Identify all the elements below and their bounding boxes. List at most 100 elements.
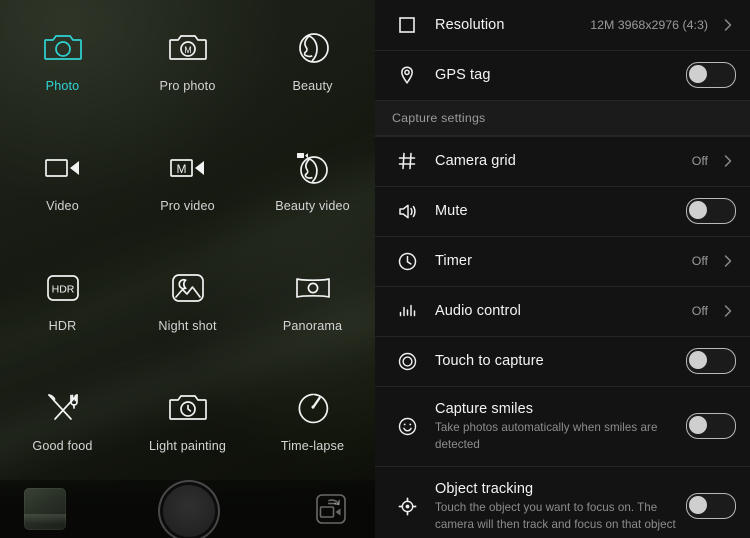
- smiley-icon: [392, 411, 422, 441]
- setting-text: Capture smiles Take photos automatically…: [435, 392, 676, 461]
- camera-app: Photo M Pro photo Beauty Video M Pro vid…: [0, 0, 750, 538]
- camera-mode-grid: Photo M Pro photo Beauty Video M Pro vid…: [0, 0, 375, 538]
- camera-icon: [42, 27, 84, 69]
- setting-title: Capture smiles: [435, 400, 534, 417]
- gallery-thumbnail[interactable]: [24, 488, 66, 530]
- setting-row-camera-grid[interactable]: Camera grid Off: [375, 136, 750, 186]
- toggle-knob: [689, 496, 707, 514]
- section-header-capture-settings: Capture settings: [375, 100, 750, 136]
- chevron-right-icon: [714, 303, 736, 319]
- mode-panorama[interactable]: Panorama: [250, 240, 375, 360]
- mode-light-painting[interactable]: Light painting: [125, 360, 250, 480]
- setting-description: Touch the object you want to focus on. T…: [435, 500, 676, 531]
- mode-label: Panorama: [282, 319, 343, 334]
- toggle-object-tracking[interactable]: [686, 493, 736, 519]
- toggle-knob: [689, 65, 707, 83]
- chevron-right-icon: [714, 153, 736, 169]
- crosshair-icon: [392, 491, 422, 521]
- svg-text:HDR: HDR: [51, 284, 74, 296]
- night-shot-icon: [167, 267, 209, 309]
- toggle-touch-to-capture[interactable]: [686, 348, 736, 374]
- svg-text:M: M: [176, 162, 186, 176]
- setting-text: Resolution: [435, 8, 580, 42]
- setting-title: Object tracking: [435, 480, 534, 497]
- camcorder-manual-icon: M: [167, 147, 209, 189]
- touch-target-icon: [392, 346, 422, 376]
- timelapse-icon: [292, 387, 334, 429]
- setting-text: Audio control: [435, 294, 682, 328]
- setting-text: GPS tag: [435, 58, 676, 92]
- mode-time-lapse[interactable]: Time-lapse: [250, 360, 375, 480]
- mode-night-shot[interactable]: Night shot: [125, 240, 250, 360]
- camera-control-bar: [0, 480, 375, 538]
- toggle-gps-tag[interactable]: [686, 62, 736, 88]
- location-pin-icon: [392, 60, 422, 90]
- mode-label: Pro photo: [159, 79, 216, 94]
- section-header-label: Capture settings: [392, 111, 486, 125]
- settings-panel[interactable]: Resolution 12M 3968x2976 (4:3) GPS tag C…: [375, 0, 750, 538]
- grid-icon: [392, 146, 422, 176]
- toggle-knob: [689, 416, 707, 434]
- setting-row-capture-smiles[interactable]: Capture smiles Take photos automatically…: [375, 386, 750, 466]
- setting-row-resolution[interactable]: Resolution 12M 3968x2976 (4:3): [375, 0, 750, 50]
- setting-title: Audio control: [435, 303, 521, 319]
- shutter-button[interactable]: [157, 480, 220, 538]
- setting-title: Camera grid: [435, 153, 516, 169]
- mode-label: Beauty: [292, 79, 333, 94]
- mode-label: Video: [46, 199, 79, 214]
- setting-description: Take photos automatically when smiles ar…: [435, 420, 658, 451]
- speaker-icon: [392, 196, 422, 226]
- camera-manual-icon: M: [167, 27, 209, 69]
- toggle-knob: [689, 351, 707, 369]
- mode-label: HDR: [48, 319, 77, 334]
- setting-value: Off: [691, 154, 708, 168]
- mode-pro-photo[interactable]: M Pro photo: [125, 0, 250, 120]
- mode-label: Pro video: [160, 199, 215, 214]
- toggle-knob: [689, 201, 707, 219]
- mode-good-food[interactable]: Good food: [0, 360, 125, 480]
- setting-text: Touch to capture: [435, 344, 676, 378]
- toggle-mute[interactable]: [686, 198, 736, 224]
- chevron-right-icon: [714, 17, 736, 33]
- face-beauty-video-icon: [292, 147, 334, 189]
- setting-row-gps-tag[interactable]: GPS tag: [375, 50, 750, 100]
- setting-title: GPS tag: [435, 67, 491, 83]
- square-icon: [392, 10, 422, 40]
- viewfinder[interactable]: Photo M Pro photo Beauty Video M Pro vid…: [0, 0, 375, 538]
- setting-value: Off: [691, 304, 708, 318]
- hdr-icon: HDR: [42, 267, 84, 309]
- audio-bars-icon: [392, 296, 422, 326]
- mode-pro-video[interactable]: M Pro video: [125, 120, 250, 240]
- setting-row-audio-control[interactable]: Audio control Off: [375, 286, 750, 336]
- food-cutlery-icon: [42, 387, 84, 429]
- chevron-right-icon: [714, 253, 736, 269]
- mode-hdr[interactable]: HDR HDR: [0, 240, 125, 360]
- setting-text: Timer: [435, 244, 682, 278]
- mode-beauty[interactable]: Beauty: [250, 0, 375, 120]
- setting-value: Off: [691, 254, 708, 268]
- setting-text: Camera grid: [435, 144, 682, 178]
- mode-photo[interactable]: Photo: [0, 0, 125, 120]
- setting-row-touch-to-capture[interactable]: Touch to capture: [375, 336, 750, 386]
- mode-beauty-video[interactable]: Beauty video: [250, 120, 375, 240]
- setting-text: Object tracking Touch the object you wan…: [435, 472, 676, 538]
- toggle-capture-smiles[interactable]: [686, 413, 736, 439]
- mode-label: Night shot: [158, 319, 217, 334]
- clock-icon: [392, 246, 422, 276]
- mode-label: Good food: [32, 439, 93, 454]
- setting-title: Resolution: [435, 17, 505, 33]
- face-beauty-icon: [292, 27, 334, 69]
- setting-row-timer[interactable]: Timer Off: [375, 236, 750, 286]
- setting-row-object-tracking[interactable]: Object tracking Touch the object you wan…: [375, 466, 750, 538]
- mode-label: Photo: [45, 79, 80, 94]
- setting-text: Mute: [435, 194, 676, 228]
- setting-title: Timer: [435, 253, 473, 269]
- switch-camera-icon[interactable]: [311, 489, 351, 529]
- setting-title: Touch to capture: [435, 353, 544, 369]
- panorama-icon: [292, 267, 334, 309]
- setting-title: Mute: [435, 203, 468, 219]
- mode-label: Time-lapse: [280, 439, 345, 454]
- setting-value: 12M 3968x2976 (4:3): [590, 18, 708, 32]
- setting-row-mute[interactable]: Mute: [375, 186, 750, 236]
- mode-video[interactable]: Video: [0, 120, 125, 240]
